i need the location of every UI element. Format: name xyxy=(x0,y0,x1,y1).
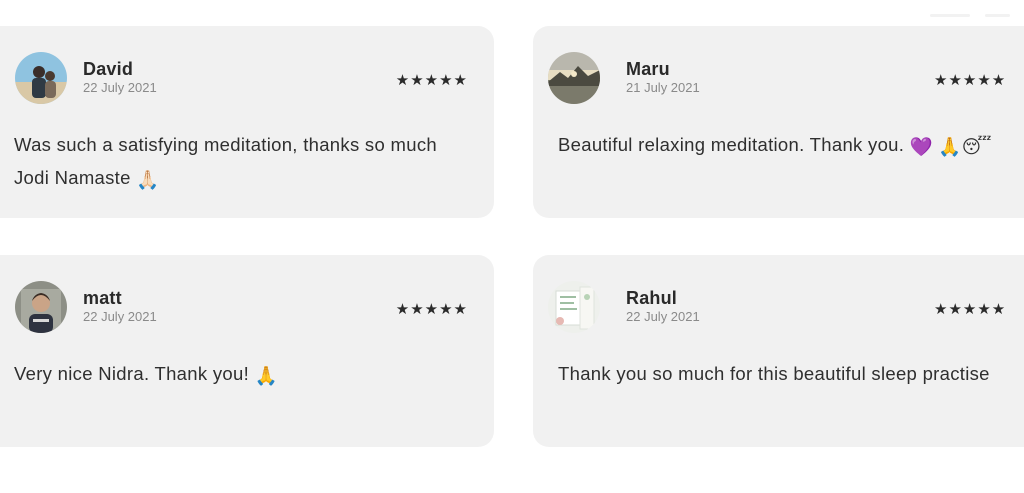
review-text: Thank you so much for this beautiful sle… xyxy=(558,357,998,390)
review-text-body: Very nice Nidra. Thank you! xyxy=(14,363,250,384)
review-card: matt 22 July 2021 ★★★★★ Very nice Nidra.… xyxy=(0,255,494,447)
avatar[interactable] xyxy=(15,281,67,333)
review-date: 22 July 2021 xyxy=(83,80,157,95)
star-rating: ★★★★★ xyxy=(934,301,1007,318)
review-date: 21 July 2021 xyxy=(626,80,700,95)
avatar[interactable] xyxy=(548,52,600,104)
review-date: 22 July 2021 xyxy=(626,309,700,324)
review-text-body: Thank you so much for this beautiful sle… xyxy=(558,363,990,384)
star-rating: ★★★★★ xyxy=(934,72,1007,89)
review-card: Rahul 22 July 2021 ★★★★★ Thank you so mu… xyxy=(533,255,1024,447)
star-rating: ★★★★★ xyxy=(395,301,468,318)
review-card: Maru 21 July 2021 ★★★★★ Beautiful relaxi… xyxy=(533,26,1024,218)
review-date: 22 July 2021 xyxy=(83,309,157,324)
heart-emoji: 💜 🙏😴 xyxy=(909,135,992,157)
star-rating: ★★★★★ xyxy=(395,72,468,89)
praying-hands-emoji: 🙏🏻 xyxy=(136,168,160,190)
avatar[interactable] xyxy=(15,52,67,104)
reviewer-name: David xyxy=(83,59,134,79)
reviewer-name: Maru xyxy=(626,59,670,79)
praying-hands-emoji: 🙏 xyxy=(254,364,278,386)
review-text: Beautiful relaxing meditation. Thank you… xyxy=(558,128,998,163)
reviewer-name: Rahul xyxy=(626,288,678,308)
reviewer-name: matt xyxy=(83,288,122,308)
review-card: David 22 July 2021 ★★★★★ Was such a sati… xyxy=(0,26,494,218)
review-text: Was such a satisfying meditation, thanks… xyxy=(14,128,454,196)
review-text-body: Beautiful relaxing meditation. Thank you… xyxy=(558,134,905,155)
review-text: Very nice Nidra. Thank you! 🙏 xyxy=(14,357,454,392)
scroll-indicator xyxy=(930,14,1010,17)
review-text-body: Was such a satisfying meditation, thanks… xyxy=(14,134,437,188)
avatar[interactable] xyxy=(548,281,600,333)
